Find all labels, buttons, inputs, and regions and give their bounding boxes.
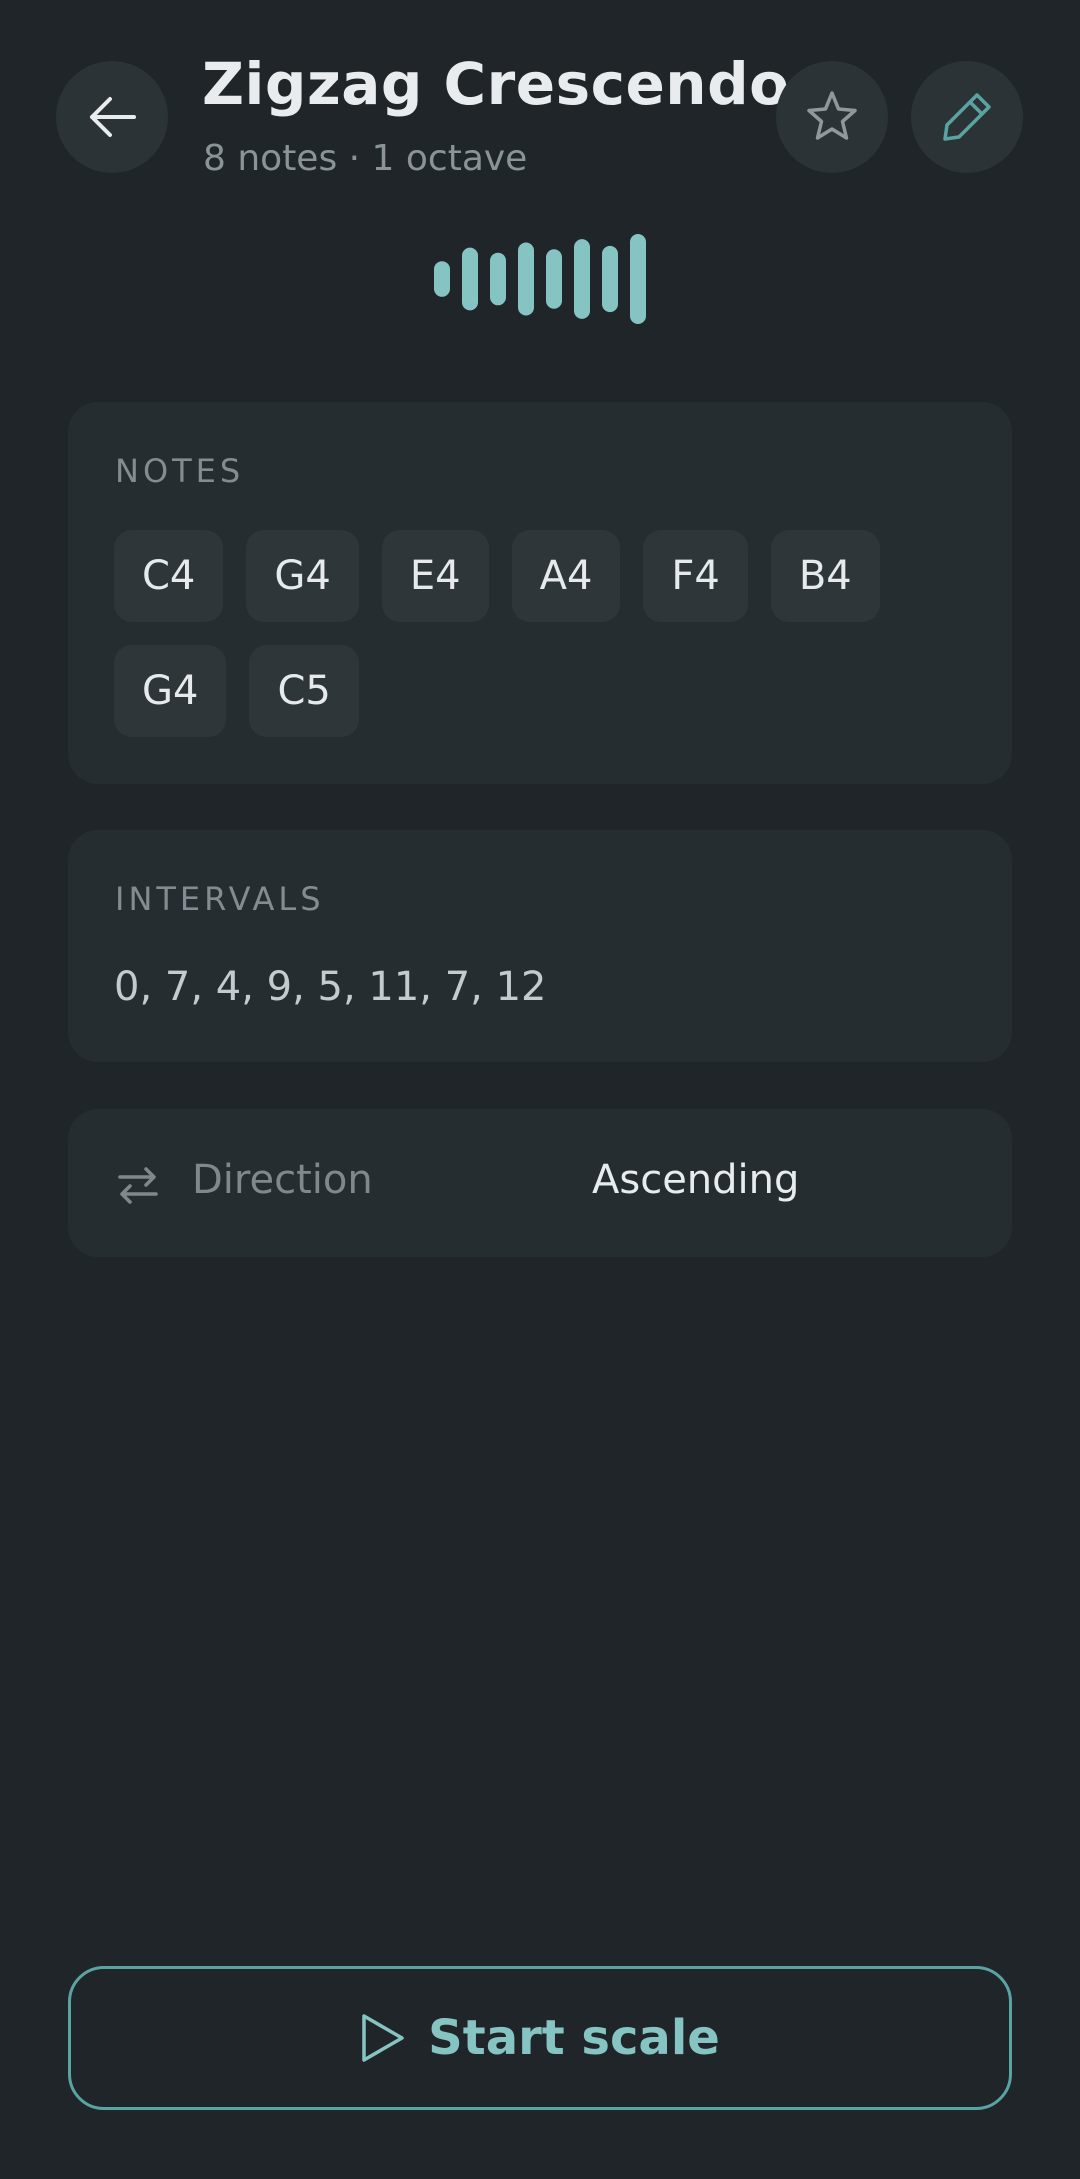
intervals-value: 0, 7, 4, 9, 5, 11, 7, 12 (114, 964, 547, 1010)
note-chip[interactable]: C5 (249, 645, 359, 737)
waveform-bar (574, 239, 590, 319)
note-chips: C4 G4 E4 A4 F4 B4 G4 C5 (114, 530, 974, 737)
waveform-bar (602, 245, 618, 313)
note-chip[interactable]: G4 (114, 645, 227, 737)
star-icon (807, 91, 857, 140)
page-title: Zigzag Crescendo (202, 50, 790, 118)
intervals-label: INTERVALS (115, 880, 325, 918)
direction-row[interactable]: Direction Ascending (68, 1109, 1012, 1257)
waveform-bar (518, 242, 534, 316)
intervals-card: INTERVALS 0, 7, 4, 9, 5, 11, 7, 12 (68, 830, 1012, 1062)
notes-label: NOTES (115, 452, 245, 490)
note-chip[interactable]: E4 (381, 530, 489, 622)
note-chip[interactable]: G4 (246, 530, 359, 622)
scale-summary: 8 notes · 1 octave (203, 138, 528, 179)
pencil-icon (943, 93, 991, 141)
direction-label: Direction (192, 1157, 373, 1203)
waveform-bar (434, 261, 450, 297)
waveform-bar (630, 234, 646, 324)
direction-value[interactable]: Ascending (592, 1157, 799, 1203)
note-chip[interactable]: F4 (643, 530, 748, 622)
waveform-bar (546, 249, 562, 309)
waveform-icon (434, 234, 646, 324)
waveform-bar (462, 247, 478, 311)
note-chip[interactable]: B4 (770, 530, 880, 622)
arrow-left-icon (90, 97, 136, 137)
start-scale-button[interactable]: Start scale (68, 1966, 1012, 2110)
scale-detail-screen: Zigzag Crescendo 8 notes · 1 octave NOTE… (0, 0, 1080, 2179)
swap-arrows-icon (118, 1167, 158, 1204)
note-chip[interactable]: A4 (511, 530, 621, 622)
waveform-bar (490, 252, 506, 306)
notes-card: NOTES C4 G4 E4 A4 F4 B4 G4 C5 (68, 402, 1012, 784)
play-icon (362, 2014, 404, 2062)
note-chip[interactable]: C4 (114, 530, 224, 622)
edit-button[interactable] (911, 61, 1023, 173)
favorite-button[interactable] (776, 61, 888, 173)
start-scale-label: Start scale (428, 2010, 720, 2066)
back-button[interactable] (56, 61, 168, 173)
